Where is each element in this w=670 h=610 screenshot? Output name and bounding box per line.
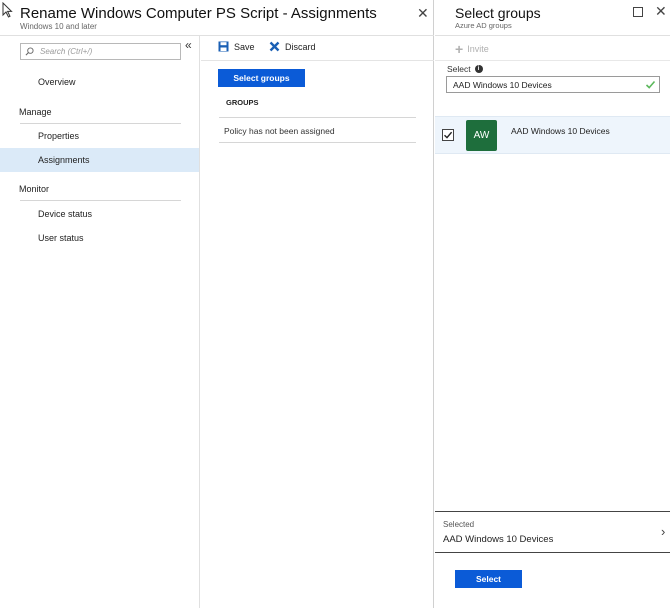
save-button[interactable]: Save xyxy=(218,41,255,52)
section-divider xyxy=(20,200,181,201)
header-divider xyxy=(435,35,670,36)
select-groups-button[interactable]: Select groups xyxy=(218,69,305,87)
discard-button[interactable]: Discard xyxy=(269,41,316,52)
section-heading-monitor: Monitor xyxy=(19,184,50,194)
app-window: Rename Windows Computer PS Script - Assi… xyxy=(0,0,670,610)
select-groups-title: Select groups xyxy=(455,5,541,21)
selected-value: AAD Windows 10 Devices xyxy=(443,534,554,545)
discard-icon xyxy=(269,41,280,52)
group-search-input[interactable] xyxy=(453,79,638,90)
table-divider xyxy=(219,117,416,118)
toolbar: Save Discard xyxy=(201,36,434,61)
select-button[interactable]: Select xyxy=(455,570,522,588)
sidebar-item-assignments[interactable]: Assignments xyxy=(0,148,199,172)
sidebar-search[interactable] xyxy=(20,43,181,60)
group-checkbox[interactable] xyxy=(442,129,454,141)
sidebar-item-user-status[interactable]: User status xyxy=(0,226,199,250)
select-groups-subtitle: Azure AD groups xyxy=(455,21,512,30)
sidebar-item-device-status[interactable]: Device status xyxy=(0,202,199,226)
plus-icon: + xyxy=(455,41,464,57)
sidebar-item-properties[interactable]: Properties xyxy=(0,124,199,148)
empty-assignments-message: Policy has not been assigned xyxy=(224,126,335,136)
sidebar-item-overview[interactable]: Overview xyxy=(0,70,199,94)
select-label-text: Select xyxy=(447,64,471,74)
invite-button[interactable]: + Invite xyxy=(455,41,489,57)
mouse-cursor-icon xyxy=(2,2,13,18)
discard-label: Discard xyxy=(285,41,316,52)
valid-check-icon xyxy=(645,80,656,89)
sidebar: « Overview Manage Properties Assignments… xyxy=(0,36,200,608)
save-icon xyxy=(218,41,229,52)
table-divider xyxy=(219,142,416,143)
selected-summary[interactable]: Selected AAD Windows 10 Devices › xyxy=(435,511,670,553)
checkmark-icon xyxy=(444,131,453,139)
page-subtitle: Windows 10 and later xyxy=(20,22,97,31)
chevron-right-icon: › xyxy=(661,524,666,539)
group-avatar: AW xyxy=(466,120,497,151)
search-input[interactable] xyxy=(40,47,170,56)
toolbar-divider xyxy=(435,60,670,61)
group-search-field[interactable] xyxy=(446,76,660,93)
invite-label: Invite xyxy=(467,44,489,54)
selected-label: Selected xyxy=(443,520,475,529)
select-field-label: Select i xyxy=(447,64,483,74)
groups-column-header: GROUPS xyxy=(226,98,259,107)
maximize-icon[interactable] xyxy=(633,7,643,17)
page-title: Rename Windows Computer PS Script - Assi… xyxy=(20,5,377,22)
save-label: Save xyxy=(234,41,255,52)
assignments-blade: Rename Windows Computer PS Script - Assi… xyxy=(0,0,434,608)
search-icon xyxy=(25,47,34,56)
group-result-row[interactable]: AW AAD Windows 10 Devices xyxy=(435,116,670,154)
assignments-content: Save Discard Select groups GROUPS Policy… xyxy=(201,36,434,608)
close-icon[interactable]: ✕ xyxy=(417,5,429,22)
info-icon[interactable]: i xyxy=(474,65,483,73)
select-groups-blade: Select groups Azure AD groups ✕ + Invite… xyxy=(435,0,670,608)
collapse-sidebar-icon[interactable]: « xyxy=(185,38,192,52)
close-icon[interactable]: ✕ xyxy=(655,3,667,20)
section-heading-manage: Manage xyxy=(19,107,52,117)
group-name: AAD Windows 10 Devices xyxy=(511,126,610,136)
